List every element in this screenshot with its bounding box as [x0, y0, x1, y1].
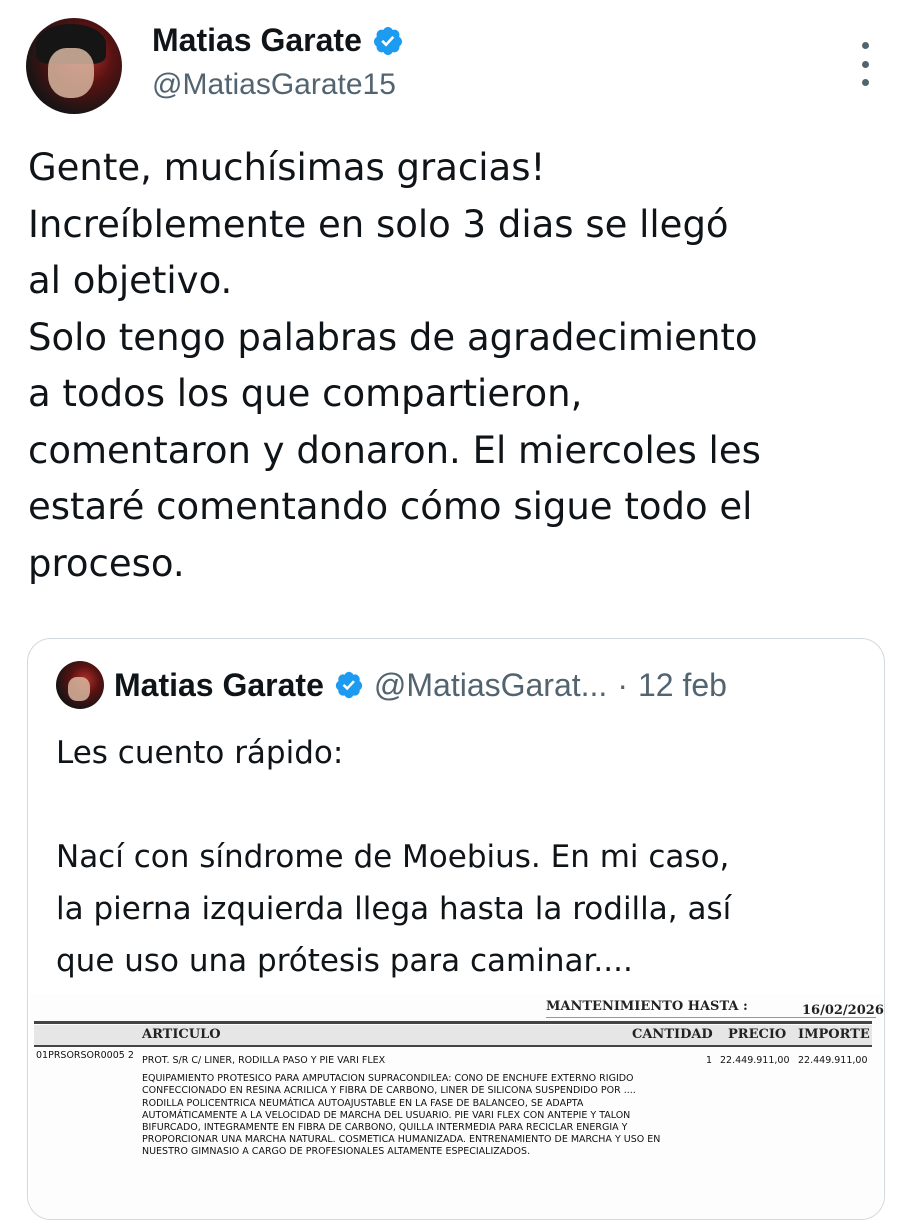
header-amount: IMPORTE: [798, 1027, 870, 1042]
header-price: PRECIO: [728, 1027, 787, 1042]
separator-dot: ·: [617, 666, 628, 703]
tweet-header: Matias Garate @MatiasGarate15: [26, 18, 886, 118]
article-description-block: PROT. S/R C/ LINER, RODILLA PASO Y PIE V…: [142, 1055, 662, 1159]
quoted-tweet-header: Matias Garate @MatiasGarat... · 12 feb: [56, 661, 876, 709]
verified-badge-icon: [335, 671, 362, 699]
quoted-author-avatar: [56, 661, 104, 709]
quoted-author-handle: @MatiasGarat...: [373, 666, 608, 703]
article-title: PROT. S/R C/ LINER, RODILLA PASO Y PIE V…: [142, 1055, 386, 1066]
author-name[interactable]: Matias Garate: [152, 22, 362, 59]
tweet-text: Gente, muchísimas gracias! Increíblement…: [28, 146, 761, 585]
author-name-row: Matias Garate: [152, 22, 404, 59]
quoted-tweet-date[interactable]: 12 feb: [638, 667, 727, 704]
header-article: ARTICULO: [142, 1027, 221, 1042]
article-code: 01PRSORSOR0005 2: [36, 1050, 134, 1061]
document-table-header: ARTICULO CANTIDAD PRECIO IMPORTE: [34, 1025, 872, 1045]
author-avatar[interactable]: [26, 18, 122, 114]
verified-badge-icon: [373, 26, 402, 55]
maintenance-date: 16/02/2026: [802, 1003, 884, 1018]
quoted-tweet-text: Les cuento rápido: Nací con síndrome de …: [56, 735, 732, 979]
article-description: EQUIPAMIENTO PROTESICO PARA AMPUTACION S…: [142, 1073, 661, 1158]
header-quantity: CANTIDAD: [632, 1027, 713, 1042]
quoted-author-name: Matias Garate: [114, 666, 324, 703]
attached-document-image[interactable]: MANTENIMIENTO HASTA : 16/02/2026 ARTICUL…: [30, 995, 884, 1219]
article-price: 22.449.911,00: [720, 1055, 790, 1066]
quoted-tweet[interactable]: Matias Garate @MatiasGarat... · 12 feb L…: [27, 638, 885, 1220]
article-quantity: 1: [706, 1055, 713, 1066]
article-amount: 22.449.911,00: [798, 1055, 868, 1066]
author-handle[interactable]: @MatiasGarate15: [152, 68, 396, 102]
maintenance-label: MANTENIMIENTO HASTA :: [546, 999, 748, 1014]
more-options-icon[interactable]: [860, 42, 870, 86]
